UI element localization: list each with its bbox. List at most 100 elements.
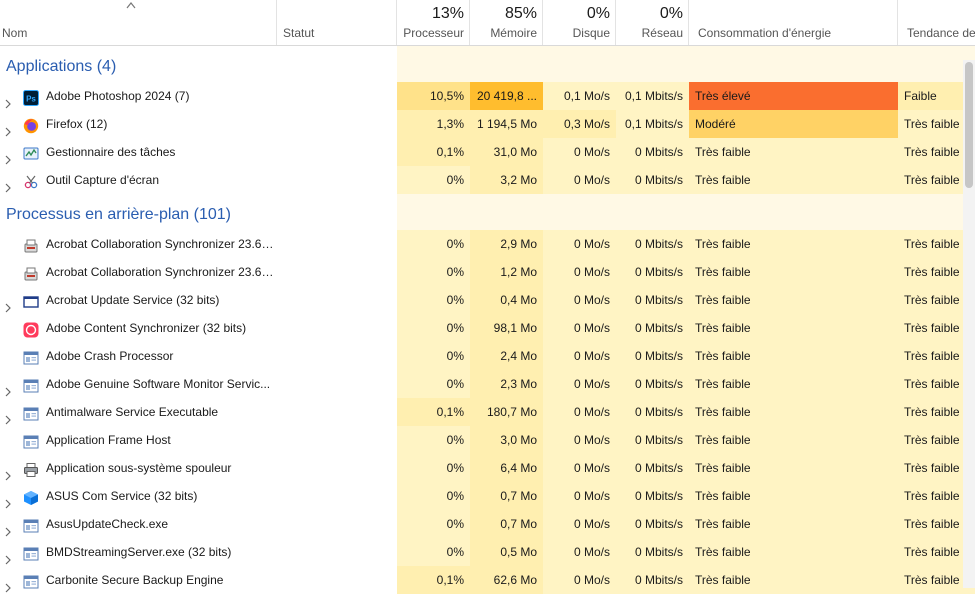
process-name-cell[interactable]: ASUS Com Service (32 bits): [0, 482, 277, 510]
process-row[interactable]: Outil Capture d'écran 0% 3,2 Mo 0 Mo/s 0 Mbi…: [0, 166, 975, 194]
service-icon: [23, 432, 39, 449]
process-row[interactable]: BMDStreamingServer.exe (32 bits) 0% 0,5 Mo…: [0, 538, 975, 566]
process-name-cell[interactable]: Adobe Content Synchronizer (32 bits): [0, 314, 277, 342]
snipping-tool-icon: [23, 172, 39, 189]
process-row[interactable]: Application Frame Host 0% 3,0 Mo 0 Mo/s 0 Mb…: [0, 426, 975, 454]
group-header[interactable]: Applications (4): [0, 46, 975, 82]
process-row[interactable]: Adobe Crash Processor 0% 2,4 Mo 0 Mo/s 0 Mbi…: [0, 342, 975, 370]
column-header-power[interactable]: Consommation d'énergie: [689, 0, 898, 45]
memory-cell: 180,7 Mo: [470, 398, 543, 426]
power-usage-cell: Très faible: [689, 138, 898, 166]
network-cell: 0 Mbits/s: [616, 566, 689, 594]
expand-chevron-icon[interactable]: [4, 519, 12, 537]
expand-chevron-icon[interactable]: [4, 295, 12, 313]
expand-chevron-icon[interactable]: [4, 175, 12, 193]
printer-icon: [23, 460, 39, 477]
power-usage-cell: Très faible: [689, 566, 898, 594]
svg-text:Ps: Ps: [26, 95, 36, 104]
column-header-network[interactable]: 0% Réseau: [616, 0, 689, 45]
expand-chevron-icon[interactable]: [4, 379, 12, 397]
network-cell: 0 Mbits/s: [616, 230, 689, 258]
network-cell: 0 Mbits/s: [616, 426, 689, 454]
process-name-cell[interactable]: Outil Capture d'écran: [0, 166, 277, 194]
process-row[interactable]: Acrobat Collaboration Synchronizer 23.6 …: [0, 230, 975, 258]
status-cell: [277, 482, 397, 510]
process-name-cell[interactable]: Acrobat Collaboration Synchronizer 23.6 …: [0, 258, 277, 286]
group-band-cell: [616, 46, 689, 82]
process-name-cell[interactable]: AsusUpdateCheck.exe: [0, 510, 277, 538]
process-name: Outil Capture d'écran: [46, 173, 160, 187]
process-row[interactable]: Carbonite Secure Backup Engine 0,1% 62,6 M…: [0, 566, 975, 594]
column-divider[interactable]: [469, 0, 470, 45]
vertical-scrollbar[interactable]: [963, 60, 975, 588]
column-divider[interactable]: [396, 0, 397, 45]
process-name-cell[interactable]: Ps Adobe Photoshop 2024 (7): [0, 82, 277, 110]
process-name-cell[interactable]: Acrobat Update Service (32 bits): [0, 286, 277, 314]
column-divider[interactable]: [688, 0, 689, 45]
column-divider[interactable]: [615, 0, 616, 45]
process-name: Adobe Content Synchronizer (32 bits): [46, 321, 247, 335]
process-row[interactable]: Firefox (12) 1,3% 1 194,5 Mo 0,3 Mo/s 0,1 Mb…: [0, 110, 975, 138]
expand-chevron-icon[interactable]: [4, 547, 12, 565]
expand-chevron-icon[interactable]: [4, 575, 12, 593]
creative-cloud-icon: [23, 320, 39, 338]
process-row[interactable]: Acrobat Collaboration Synchronizer 23.6 …: [0, 258, 975, 286]
expand-chevron-icon[interactable]: [4, 91, 12, 109]
disk-cell: 0 Mo/s: [543, 370, 616, 398]
column-header-status[interactable]: Statut: [277, 0, 397, 45]
process-name-cell[interactable]: Antimalware Service Executable: [0, 398, 277, 426]
process-row[interactable]: Acrobat Update Service (32 bits) 0% 0,4 Mo…: [0, 286, 975, 314]
column-header-cpu[interactable]: 13% Processeur: [397, 0, 470, 45]
group-title: Processus en arrière-plan (101): [6, 206, 231, 223]
process-row[interactable]: Application sous-système spouleur 0% 6,4 M…: [0, 454, 975, 482]
expand-chevron-icon[interactable]: [4, 491, 12, 509]
disk-cell: 0 Mo/s: [543, 166, 616, 194]
status-cell: [277, 138, 397, 166]
network-cell: 0,1 Mbits/s: [616, 110, 689, 138]
status-cell: [277, 566, 397, 594]
group-header[interactable]: Processus en arrière-plan (101): [0, 194, 975, 230]
process-name-cell[interactable]: Acrobat Collaboration Synchronizer 23.6 …: [0, 230, 277, 258]
power-usage-cell: Très faible: [689, 258, 898, 286]
power-usage-cell: Très faible: [689, 538, 898, 566]
scrollbar-thumb[interactable]: [965, 62, 973, 188]
process-name-cell[interactable]: Adobe Genuine Software Monitor Servic...: [0, 370, 277, 398]
process-name-cell[interactable]: Firefox (12): [0, 110, 277, 138]
process-row[interactable]: ASUS Com Service (32 bits) 0% 0,7 Mo 0 Mo/s…: [0, 482, 975, 510]
process-row[interactable]: Adobe Genuine Software Monitor Servic...…: [0, 370, 975, 398]
expand-chevron-icon[interactable]: [4, 463, 12, 481]
expand-chevron-icon[interactable]: [4, 119, 12, 137]
process-name-cell[interactable]: Application sous-système spouleur: [0, 454, 277, 482]
column-header-disk[interactable]: 0% Disque: [543, 0, 616, 45]
process-name-cell[interactable]: Carbonite Secure Backup Engine: [0, 566, 277, 594]
power-usage-cell: Très faible: [689, 426, 898, 454]
process-row[interactable]: AsusUpdateCheck.exe 0% 0,7 Mo 0 Mo/s 0 Mbits…: [0, 510, 975, 538]
process-name-cell[interactable]: BMDStreamingServer.exe (32 bits): [0, 538, 277, 566]
column-header-power-trend[interactable]: Tendance de: [898, 0, 975, 45]
process-row[interactable]: Ps Adobe Photoshop 2024 (7) 10,5% 20 419,8 …: [0, 82, 975, 110]
status-cell: [277, 82, 397, 110]
column-divider[interactable]: [276, 0, 277, 45]
column-header-memory[interactable]: 85% Mémoire: [470, 0, 543, 45]
column-header-name[interactable]: Nom: [0, 0, 277, 45]
process-row[interactable]: Gestionnaire des tâches 0,1% 31,0 Mo 0 Mo/s…: [0, 138, 975, 166]
cpu-cell: 0%: [397, 342, 470, 370]
cpu-cell: 0%: [397, 166, 470, 194]
column-divider[interactable]: [897, 0, 898, 45]
power-usage-cell: Modéré: [689, 110, 898, 138]
power-usage-cell: Très faible: [689, 342, 898, 370]
process-name-cell[interactable]: Gestionnaire des tâches: [0, 138, 277, 166]
asus-cube-icon: [23, 488, 39, 505]
memory-cell: 2,4 Mo: [470, 342, 543, 370]
network-cell: 0,1 Mbits/s: [616, 82, 689, 110]
column-label: Processeur: [403, 26, 464, 40]
process-name-cell[interactable]: Adobe Crash Processor: [0, 342, 277, 370]
disk-cell: 0 Mo/s: [543, 138, 616, 166]
process-row[interactable]: Adobe Content Synchronizer (32 bits) 0% 98…: [0, 314, 975, 342]
expand-chevron-icon[interactable]: [4, 407, 12, 425]
network-cell: 0 Mbits/s: [616, 510, 689, 538]
process-row[interactable]: Antimalware Service Executable 0,1% 180,7 …: [0, 398, 975, 426]
expand-chevron-icon[interactable]: [4, 147, 12, 165]
column-divider[interactable]: [542, 0, 543, 45]
process-name-cell[interactable]: Application Frame Host: [0, 426, 277, 454]
